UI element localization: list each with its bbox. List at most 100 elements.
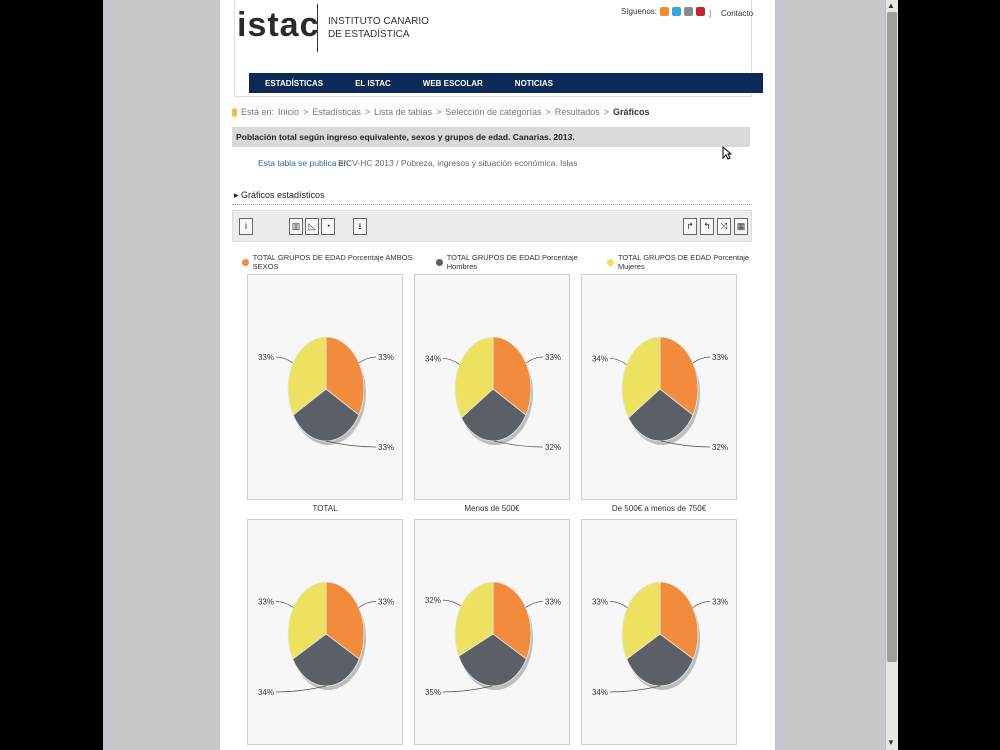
breadcrumb-sep: > — [364, 107, 371, 117]
pie-chart: 33% 34% 33% — [592, 581, 728, 697]
breadcrumb-seleccion[interactable]: Selección de categorías — [445, 107, 541, 117]
social-links: Síguenos: — [621, 7, 706, 16]
pie-chart-panel: 33% 33% 33% — [247, 274, 403, 500]
pie-data-label: 34% — [592, 688, 608, 697]
pie-leader-line — [275, 356, 294, 364]
legend-item[interactable]: TOTAL GRUPOS DE EDAD Porcentaje Hombres — [436, 253, 601, 271]
legend-item[interactable]: TOTAL GRUPOS DE EDAD Porcentaje AMBOS SE… — [242, 253, 430, 271]
undo-icon[interactable]: ↰ — [700, 218, 714, 235]
youtube-icon[interactable] — [696, 7, 706, 16]
pie-data-label: 33% — [592, 598, 608, 607]
pie-data-label: 34% — [592, 354, 608, 363]
pie-chart-panel: 33% 32% 34% — [414, 274, 570, 500]
pie-leader-line — [692, 356, 711, 364]
breadcrumb-sep: > — [603, 107, 610, 117]
flickr-icon[interactable] — [684, 7, 694, 16]
breadcrumb-sep: > — [436, 107, 442, 117]
legend-label: TOTAL GRUPOS DE EDAD Porcentaje Hombres — [446, 253, 578, 271]
line-chart-icon[interactable]: ◺ — [305, 218, 319, 235]
nav-estadisticas[interactable]: ESTADÍSTICAS — [249, 79, 339, 88]
location-pin-icon — [232, 107, 237, 117]
pie-data-label: 33% — [378, 353, 394, 362]
pie-leader-line — [692, 601, 711, 608]
table-icon[interactable]: ▦ — [734, 218, 748, 235]
istac-logo[interactable]: istac — [237, 6, 320, 45]
scroll-down-icon[interactable]: ▼ — [887, 738, 895, 747]
legend-label: TOTAL GRUPOS DE EDAD Porcentaje AMBOS SE… — [252, 253, 413, 271]
nav-el-istac[interactable]: EL ISTAC — [339, 79, 407, 88]
scroll-up-icon[interactable]: ▲ — [887, 1, 895, 10]
pie-chart: 33% 33% 33% — [258, 336, 394, 452]
pie-chart-title: TOTAL — [312, 504, 338, 513]
nav-web-escolar[interactable]: WEB ESCOLAR — [407, 79, 499, 88]
pie-data-label: 33% — [378, 598, 394, 607]
org-name: INSTITUTO CANARIO DE ESTADÍSTICA — [328, 15, 429, 41]
pie-data-label: 32% — [425, 596, 441, 605]
pie-chart-panel: 33% 34% 33% — [581, 519, 737, 745]
breadcrumb-sep: > — [545, 107, 551, 117]
legend-item[interactable]: TOTAL GRUPOS DE EDAD Porcentaje Mujeres — [607, 253, 769, 271]
pie-leader-line — [275, 601, 294, 608]
pie-chart-panel: 33% 32% 34% — [581, 274, 737, 500]
pie-chart: 33% 32% 34% — [592, 336, 728, 452]
pie-leader-line — [358, 601, 377, 608]
table-title: Población total según ingreso equivalent… — [232, 127, 750, 147]
pie-leader-line — [525, 356, 544, 364]
rotate-icon[interactable]: ⤨ — [717, 218, 731, 235]
breadcrumb-inicio[interactable]: Inicio — [278, 107, 299, 117]
legend-label: TOTAL GRUPOS DE EDAD Porcentaje Mujeres — [617, 253, 750, 271]
pie-data-label: 32% — [545, 443, 561, 452]
main-nav: ESTADÍSTICAS EL ISTAC WEB ESCOLAR NOTICI… — [249, 73, 763, 93]
breadcrumb-prefix: Está en: — [241, 107, 275, 117]
export-icon[interactable]: ↱ — [683, 218, 697, 235]
pie-data-label: 34% — [258, 688, 274, 697]
nav-noticias[interactable]: NOTICIAS — [499, 79, 569, 88]
contact-link[interactable]: Contacto — [721, 9, 753, 18]
legend-swatch — [607, 258, 614, 266]
breadcrumb-sep: > — [303, 107, 309, 117]
pie-data-label: 33% — [545, 598, 561, 607]
org-name-line1: INSTITUTO CANARIO — [328, 16, 429, 27]
right-gutter — [775, 0, 885, 750]
breadcrumb-current: Gráficos — [613, 107, 650, 117]
breadcrumb-lista[interactable]: Lista de tablas — [374, 107, 432, 117]
legend-swatch — [436, 258, 443, 266]
pie-leader-line — [609, 601, 628, 608]
breadcrumb-resultados[interactable]: Resultados — [555, 107, 600, 117]
pie-data-label: 33% — [258, 353, 274, 362]
vertical-scrollbar[interactable]: ▲ ▼ — [885, 0, 898, 750]
legend-swatch — [242, 258, 249, 266]
bar-chart-icon[interactable]: ▥ — [289, 218, 303, 235]
rss-icon[interactable] — [660, 7, 670, 16]
page: istac INSTITUTO CANARIO DE ESTADÍSTICA S… — [220, 0, 775, 750]
pie-data-label: 33% — [258, 598, 274, 607]
mouse-cursor-icon — [722, 146, 732, 160]
chart-legend: TOTAL GRUPOS DE EDAD Porcentaje AMBOS SE… — [242, 253, 775, 271]
section-title-text: Gráficos estadísticos — [241, 190, 325, 200]
pie-chart-icon[interactable]: ◔ — [321, 218, 335, 235]
pie-chart-title: Menos de 500€ — [464, 504, 520, 513]
org-name-line2: DE ESTADÍSTICA — [328, 29, 410, 40]
info-icon[interactable]: i — [239, 218, 253, 235]
pie-chart-panel: 33% 34% 33% — [247, 519, 403, 745]
publication-label: Esta tabla se publica en: — [258, 158, 351, 168]
section-title[interactable]: ▸ Gráficos estadísticos — [234, 190, 325, 201]
pie-chart: 33% 35% 32% — [425, 581, 561, 697]
breadcrumb: Está en: Inicio > Estadísticas > Lista de … — [232, 107, 650, 117]
header-separator: | — [709, 8, 712, 18]
logo-divider — [317, 4, 318, 52]
breadcrumb-estadisticas[interactable]: Estadísticas — [312, 107, 361, 117]
pie-data-label: 33% — [378, 443, 394, 452]
pie-data-label: 34% — [425, 354, 441, 363]
pie-leader-line — [609, 358, 627, 365]
pie-chart-panel: 33% 35% 32% — [414, 519, 570, 745]
scroll-thumb[interactable] — [887, 12, 897, 662]
chart-toolbar: i ▥ ◺ ◔ ⭳ ↱ ↰ ⤨ ▦ — [232, 210, 752, 242]
pie-leader-line — [525, 601, 544, 608]
download-icon[interactable]: ⭳ — [353, 218, 367, 235]
publication-value[interactable]: EICV-HC 2013 / Pobreza, ingresos y situa… — [338, 158, 578, 168]
social-label: Síguenos: — [621, 7, 658, 16]
pie-chart: 33% 32% 34% — [425, 336, 561, 452]
twitter-icon[interactable] — [672, 7, 682, 16]
section-divider — [232, 204, 752, 205]
